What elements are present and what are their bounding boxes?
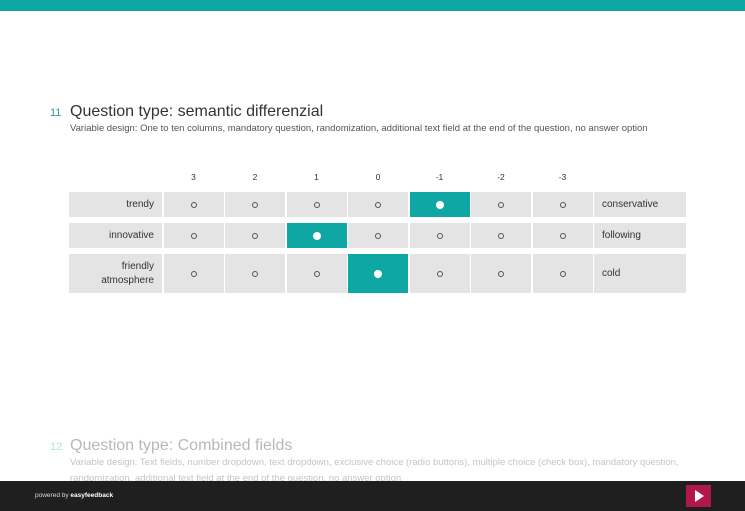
column-header: -2 bbox=[497, 172, 505, 182]
radio-icon[interactable] bbox=[190, 270, 197, 277]
radio-icon[interactable] bbox=[559, 270, 566, 277]
column-header: -1 bbox=[435, 172, 444, 182]
radio-icon[interactable] bbox=[252, 270, 258, 277]
footer: powered by easyfeedback bbox=[0, 481, 745, 511]
question-description: Variable design: One to ten columns, man… bbox=[70, 123, 648, 134]
radio-icon[interactable] bbox=[375, 201, 381, 208]
powered-by-prefix: powered by bbox=[35, 492, 69, 499]
radio-selected-icon[interactable] bbox=[374, 269, 382, 278]
question-header: 12 Question type: Combined fields bbox=[50, 437, 680, 455]
radio-icon[interactable] bbox=[498, 201, 504, 208]
option-cell[interactable] bbox=[348, 223, 408, 248]
option-cell[interactable] bbox=[225, 254, 285, 293]
option-cell[interactable] bbox=[286, 192, 347, 217]
option-cell[interactable] bbox=[471, 223, 531, 248]
question-number: 11 bbox=[50, 107, 62, 119]
option-cell[interactable] bbox=[409, 192, 470, 217]
row-label-right: conservative bbox=[594, 192, 686, 217]
radio-icon[interactable] bbox=[436, 232, 443, 239]
radio-icon[interactable] bbox=[190, 232, 197, 239]
option-cell[interactable] bbox=[163, 223, 224, 248]
option-cell[interactable] bbox=[286, 254, 347, 293]
column-header: -3 bbox=[558, 172, 567, 182]
play-icon bbox=[695, 490, 704, 502]
powered-by-label: powered by easyfeedback bbox=[35, 492, 113, 499]
radio-icon[interactable] bbox=[252, 201, 258, 208]
radio-selected-icon[interactable] bbox=[312, 231, 321, 240]
option-cell[interactable] bbox=[409, 254, 470, 293]
radio-icon[interactable] bbox=[313, 201, 320, 208]
option-cell[interactable] bbox=[286, 223, 347, 248]
radio-icon[interactable] bbox=[498, 232, 504, 239]
row-label-left: trendy bbox=[69, 192, 162, 217]
question-title: Question type: Combined fields bbox=[70, 437, 293, 454]
radio-icon[interactable] bbox=[252, 232, 258, 239]
row-label-right: following bbox=[594, 223, 686, 248]
radio-icon[interactable] bbox=[559, 232, 566, 239]
radio-icon[interactable] bbox=[559, 201, 566, 208]
question-header: 11 Question type: semantic differenzial bbox=[50, 103, 680, 121]
row-label-left: innovative bbox=[69, 223, 162, 248]
column-header: 2 bbox=[252, 172, 258, 182]
question-title: Question type: semantic differenzial bbox=[70, 103, 324, 120]
column-header: 3 bbox=[191, 172, 196, 182]
option-cell[interactable] bbox=[471, 192, 531, 217]
option-cell[interactable] bbox=[532, 223, 593, 248]
option-cell[interactable] bbox=[471, 254, 531, 293]
row-label-left: friendly atmosphere bbox=[69, 254, 162, 293]
next-button[interactable] bbox=[686, 485, 711, 507]
radio-icon[interactable] bbox=[498, 270, 504, 277]
option-cell[interactable] bbox=[163, 254, 224, 293]
top-accent-bar bbox=[0, 0, 745, 11]
row-label-right: cold bbox=[594, 254, 686, 293]
option-cell[interactable] bbox=[348, 192, 408, 217]
radio-icon[interactable] bbox=[375, 232, 381, 239]
question-12: 12 Question type: Combined fields Variab… bbox=[50, 437, 680, 487]
option-cell[interactable] bbox=[225, 223, 285, 248]
radio-icon[interactable] bbox=[436, 270, 443, 277]
radio-selected-icon[interactable] bbox=[435, 200, 444, 209]
option-cell[interactable] bbox=[532, 254, 593, 293]
question-number: 12 bbox=[50, 441, 63, 453]
column-header: 0 bbox=[375, 172, 381, 182]
option-cell[interactable] bbox=[225, 192, 285, 217]
option-cell[interactable] bbox=[532, 192, 593, 217]
question-11: 11 Question type: semantic differenzial … bbox=[50, 103, 680, 137]
option-cell[interactable] bbox=[163, 192, 224, 217]
option-cell[interactable] bbox=[348, 254, 408, 293]
radio-icon[interactable] bbox=[313, 270, 320, 277]
column-header: 1 bbox=[314, 172, 319, 182]
brand-name: easyfeedback bbox=[70, 492, 114, 499]
radio-icon[interactable] bbox=[190, 201, 197, 208]
option-cell[interactable] bbox=[409, 223, 470, 248]
